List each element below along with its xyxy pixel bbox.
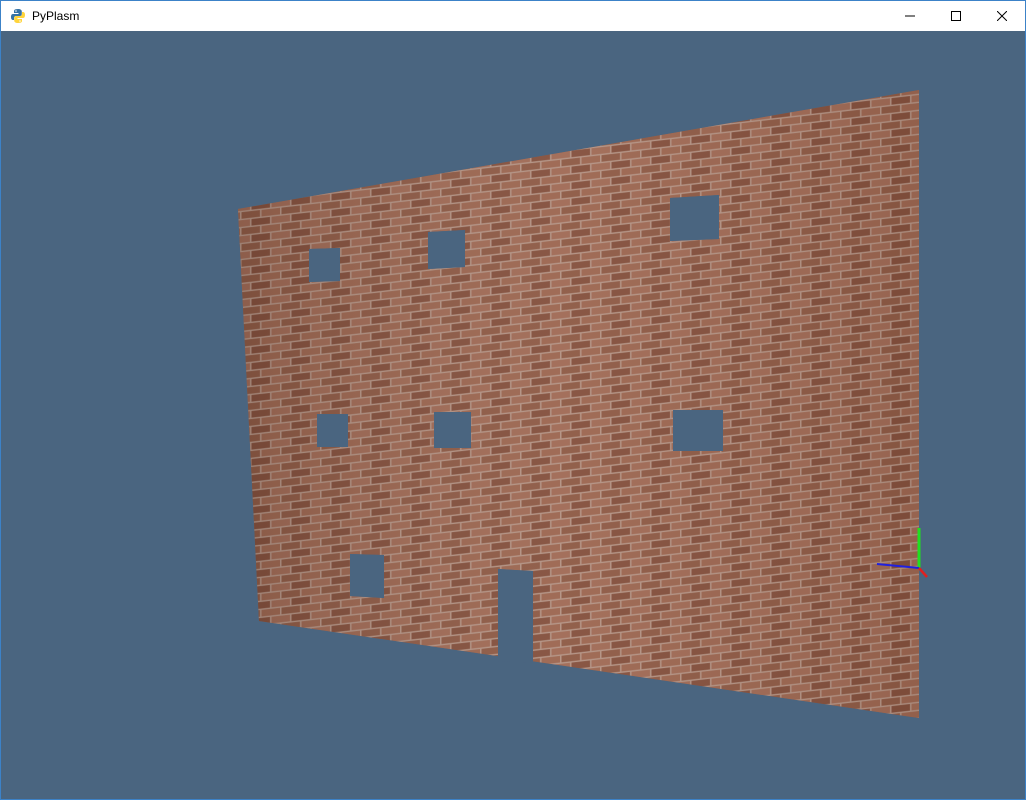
window-opening xyxy=(428,230,465,269)
window-opening xyxy=(317,414,348,447)
brick-wall xyxy=(238,90,919,718)
door-opening xyxy=(498,569,533,663)
window-opening xyxy=(673,410,723,451)
window-opening xyxy=(670,195,719,241)
3d-viewport[interactable] xyxy=(1,31,1025,799)
minimize-icon xyxy=(905,11,915,21)
close-icon xyxy=(997,11,1007,21)
window-opening xyxy=(434,412,471,448)
python-icon xyxy=(10,8,26,24)
scene-canvas[interactable] xyxy=(1,31,1025,799)
window-controls xyxy=(887,1,1025,31)
maximize-icon xyxy=(951,11,961,21)
x-axis xyxy=(918,567,928,578)
minimize-button[interactable] xyxy=(887,1,933,31)
maximize-button[interactable] xyxy=(933,1,979,31)
window-title: PyPlasm xyxy=(32,9,80,23)
window-opening xyxy=(309,248,340,282)
app-window: PyPlasm xyxy=(0,0,1026,800)
window-opening xyxy=(350,554,384,598)
title-bar[interactable]: PyPlasm xyxy=(1,1,1025,31)
close-button[interactable] xyxy=(979,1,1025,31)
